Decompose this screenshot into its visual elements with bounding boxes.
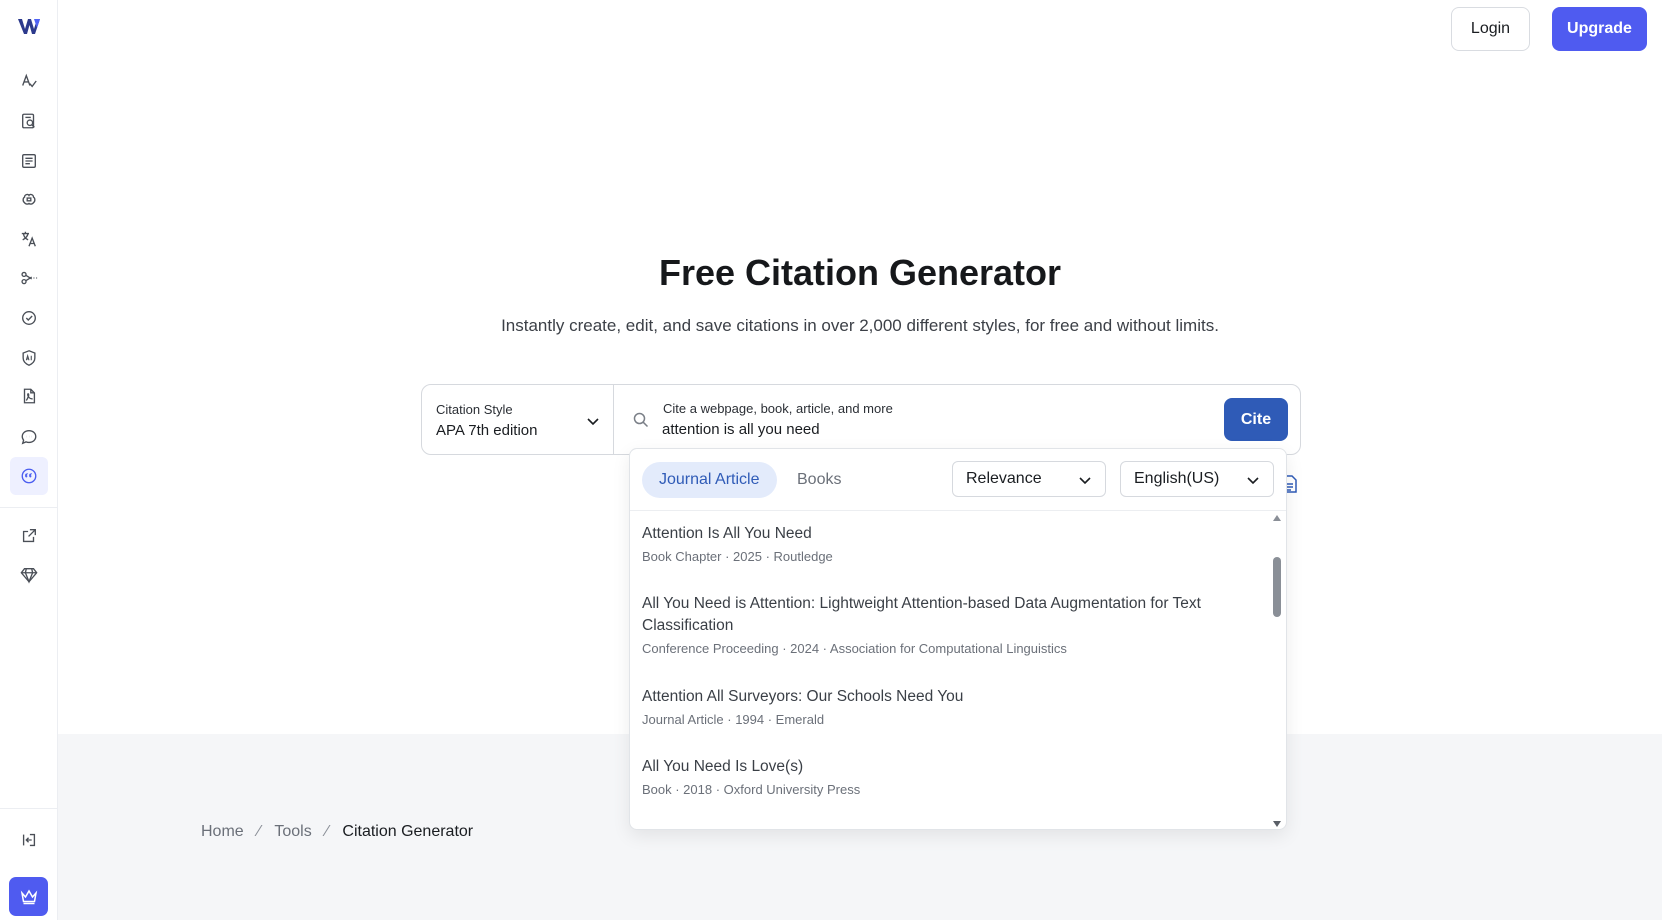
crown-icon (19, 887, 39, 907)
result-title: Attention Is All You Need (642, 525, 812, 542)
result-meta: Journal Article · 1994 · Emerald (642, 712, 825, 727)
sidebar (0, 0, 58, 920)
result-item[interactable]: All You Need Is Love(s) Book · 2018 · Ox… (642, 756, 1242, 797)
tab-books[interactable]: Books (780, 462, 858, 498)
results-list: Attention Is All You Need Book Chapter ·… (630, 511, 1270, 829)
chevron-down-icon (585, 413, 601, 429)
result-meta: Conference Proceeding · 2024 · Associati… (642, 641, 1067, 656)
ai-shield-icon[interactable] (15, 344, 43, 372)
breadcrumb: Home ⁄ Tools ⁄ Citation Generator (201, 823, 473, 841)
breadcrumb-tools[interactable]: Tools (274, 823, 311, 841)
crown-button[interactable] (9, 877, 48, 916)
breadcrumb-current: Citation Generator (342, 823, 474, 840)
list-document-icon[interactable] (15, 147, 43, 175)
citation-style-value: APA 7th edition (436, 422, 538, 439)
result-item[interactable]: Attention Is All You Need Book Chapter ·… (642, 523, 1242, 564)
result-meta: Book Chapter · 2025 · Routledge (642, 549, 833, 564)
citation-style-select[interactable]: Citation Style APA 7th edition (422, 385, 614, 454)
result-title: All You Need is Attention: Lightweight A… (642, 595, 1201, 634)
breadcrumb-separator: ⁄ (325, 823, 329, 840)
translate-icon[interactable] (15, 225, 43, 253)
citation-style-label: Citation Style (436, 402, 513, 417)
search-results-dropdown: Journal Article Books Relevance English(… (629, 448, 1287, 830)
logo[interactable] (17, 16, 41, 36)
scrollbar-thumb[interactable] (1273, 557, 1281, 617)
breadcrumb-separator: ⁄ (257, 823, 261, 840)
diamond-icon[interactable] (15, 561, 43, 589)
login-button[interactable]: Login (1451, 7, 1530, 51)
chat-icon[interactable] (15, 423, 43, 451)
chevron-down-icon (1247, 477, 1259, 485)
chevron-down-icon (1079, 477, 1091, 485)
search-input[interactable] (662, 421, 1182, 438)
citation-input-box: Citation Style APA 7th edition Cite a we… (421, 384, 1301, 455)
result-item[interactable]: Attention All Surveyors: Our Schools Nee… (642, 686, 1242, 727)
page-subtitle: Instantly create, edit, and save citatio… (501, 316, 1219, 335)
external-link-icon[interactable] (15, 522, 43, 550)
breadcrumb-home[interactable]: Home (201, 823, 244, 841)
scroll-down-arrow-icon[interactable] (1273, 821, 1281, 827)
results-scrollbar[interactable] (1271, 515, 1283, 827)
language-value: English(US) (1134, 470, 1220, 487)
sort-select[interactable]: Relevance (952, 461, 1106, 497)
results-filter-bar: Journal Article Books Relevance English(… (630, 449, 1286, 511)
sidebar-divider-bottom (0, 808, 58, 809)
search-document-icon[interactable] (15, 107, 43, 135)
language-select[interactable]: English(US) (1120, 461, 1274, 497)
pdf-icon[interactable] (15, 382, 43, 410)
sort-value: Relevance (966, 470, 1042, 487)
upgrade-button[interactable]: Upgrade (1552, 7, 1647, 51)
search-icon (632, 411, 650, 429)
result-title: All You Need Is Love(s) (642, 758, 804, 775)
citation-icon[interactable] (10, 457, 48, 495)
tab-journal-article[interactable]: Journal Article (642, 462, 777, 498)
scroll-up-arrow-icon[interactable] (1273, 515, 1281, 521)
brain-icon[interactable] (15, 185, 43, 213)
result-item[interactable]: All You Need is Attention: Lightweight A… (642, 593, 1242, 656)
search-label: Cite a webpage, book, article, and more (663, 401, 893, 416)
grammar-icon[interactable] (15, 67, 43, 95)
page-title: Free Citation Generator (658, 252, 1062, 293)
sidebar-divider (0, 507, 58, 508)
cite-button[interactable]: Cite (1224, 398, 1288, 441)
result-meta: Book · 2018 · Oxford University Press (642, 782, 861, 797)
result-title: Attention All Surveyors: Our Schools Nee… (642, 688, 964, 705)
logout-icon[interactable] (15, 826, 43, 854)
